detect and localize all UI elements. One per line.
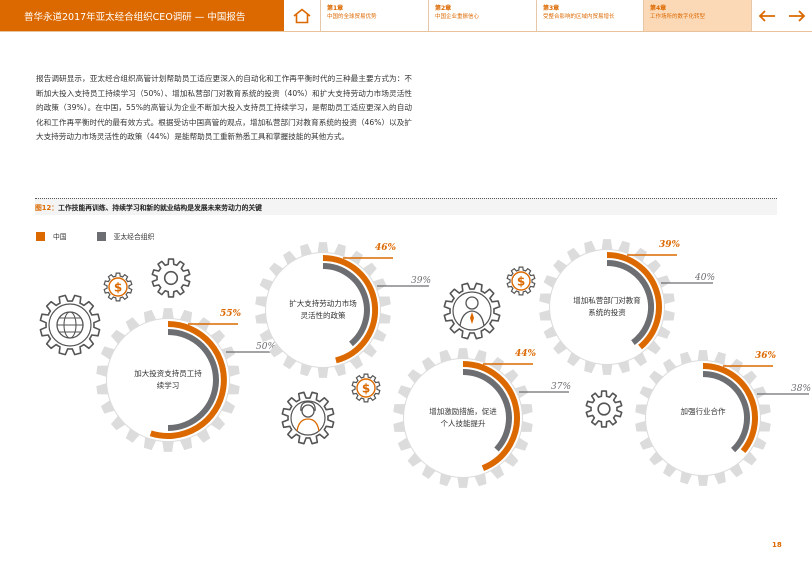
businesswoman-icon xyxy=(281,391,335,445)
gear-label: 扩大支持劳动力市场灵活性的政策 xyxy=(289,299,357,320)
china-value-label: 36% xyxy=(755,351,777,361)
person-body xyxy=(296,418,320,432)
apec-value-label: 39% xyxy=(411,276,431,286)
dollar-sign: $ xyxy=(114,281,122,295)
dollar-icon: $ xyxy=(506,266,536,296)
gear-chart: 55%50%46%39%44%37%39%40%36%38%$ $$ xyxy=(39,239,811,488)
gear-inner-ring xyxy=(290,400,326,436)
china-value-label: 55% xyxy=(220,309,242,319)
china-value-label: 46% xyxy=(375,243,397,253)
gear-outline xyxy=(585,390,623,428)
gear-label: 增加私营部门对教育系统的投资 xyxy=(573,296,641,317)
gear-outline xyxy=(151,258,191,298)
person-hair xyxy=(300,401,316,412)
gear-outline xyxy=(281,391,335,445)
gear-label: 增加激励措施，促进个人技能提升 xyxy=(429,407,497,428)
page-number: 18 xyxy=(772,541,782,549)
gear-hub xyxy=(597,402,611,416)
gear-label: 加大投资支持员工持续学习 xyxy=(134,369,202,390)
dollar-icon: $ xyxy=(351,373,381,403)
gear-label: 加强行业合作 xyxy=(680,407,726,416)
china-value-label: 44% xyxy=(515,349,537,359)
apec-value-label: 40% xyxy=(694,273,715,283)
person-tie xyxy=(470,312,474,324)
gear-face xyxy=(646,361,760,475)
dollar-icon: $ xyxy=(103,272,133,302)
globe-icon xyxy=(39,294,101,356)
dollar-sign: $ xyxy=(362,382,370,396)
dollar-sign: $ xyxy=(517,275,525,289)
china-value-label: 39% xyxy=(659,240,681,250)
gear-icon xyxy=(585,390,623,428)
person-head xyxy=(301,404,315,418)
gear-icon xyxy=(151,258,191,298)
businessman-icon xyxy=(443,282,501,340)
apec-value-label: 37% xyxy=(551,382,571,392)
person-head xyxy=(465,296,479,310)
apec-value-label: 38% xyxy=(791,384,811,394)
gear-item: 36% 38% xyxy=(635,350,811,486)
gear-hub xyxy=(163,270,179,286)
